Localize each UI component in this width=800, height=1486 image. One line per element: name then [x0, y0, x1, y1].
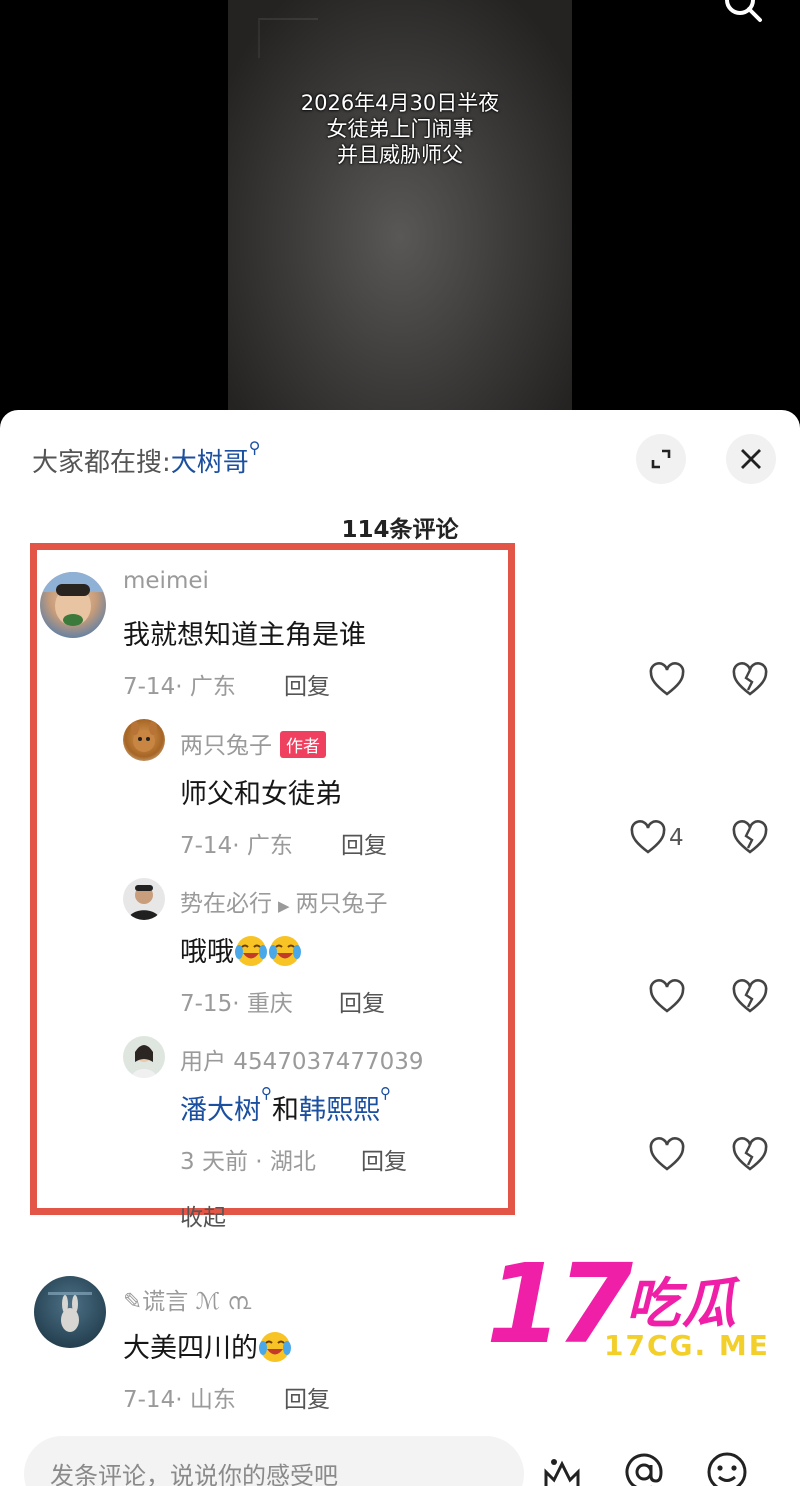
- avatar-photo: [131, 1045, 157, 1078]
- search-link[interactable]: 潘大树⚲: [180, 1084, 272, 1126]
- search-icon[interactable]: [718, 0, 766, 26]
- watermark-name: 吃瓜: [626, 1272, 738, 1335]
- caption-line: 2026年4月30日半夜: [300, 91, 500, 115]
- search-small-icon: ⚲: [248, 438, 261, 457]
- crying-laugh-emoji-icon: [269, 935, 301, 966]
- reply-text-content: 哦哦: [180, 937, 234, 968]
- reply-text: 师父和女徒弟: [180, 779, 342, 810]
- reply-button[interactable]: 回复: [284, 667, 330, 701]
- reply-text: 潘大树⚲和韩熙熙⚲: [180, 1084, 391, 1127]
- at-icon[interactable]: [622, 1450, 666, 1486]
- search-suggestion-prefix: 大家都在搜:: [32, 448, 171, 478]
- broken-heart-icon[interactable]: [730, 1135, 770, 1175]
- reply-button[interactable]: 回复: [339, 984, 385, 1018]
- reply-to-username[interactable]: 两只兔子: [296, 891, 388, 917]
- comment-input-placeholder: 发条评论，说说你的感受吧: [50, 1462, 338, 1486]
- caption-line: 并且威胁师父: [337, 143, 463, 167]
- close-icon: [741, 449, 761, 469]
- comment-date-location: 7-14· 山东: [123, 1387, 236, 1413]
- avatar-photo: [131, 721, 157, 752]
- video-background-rail: [258, 18, 318, 58]
- search-suggestion-term[interactable]: 大树哥: [171, 448, 249, 478]
- avatar[interactable]: [123, 1036, 165, 1078]
- like-count: 4: [669, 825, 684, 851]
- avatar[interactable]: [123, 719, 165, 761]
- caption-line: 女徒弟上门闹事: [326, 117, 474, 141]
- reply-text: 哦哦: [180, 930, 302, 971]
- watermark-url: 17CG. ME: [604, 1329, 770, 1362]
- author-badge: 作者: [280, 731, 326, 758]
- crying-laugh-emoji-icon: [235, 935, 267, 966]
- reply-button[interactable]: 回复: [284, 1380, 330, 1414]
- comment-text: 大美四川的: [123, 1326, 292, 1367]
- avatar-photo: [128, 885, 160, 920]
- watermark-logo: 17 吃瓜 17CG. ME: [486, 1249, 786, 1375]
- reply-username[interactable]: 两只兔子 作者: [180, 726, 326, 760]
- avatar[interactable]: [40, 572, 106, 638]
- reply-date-location: 7-14· 广东: [180, 833, 293, 859]
- heart-icon[interactable]: [647, 660, 687, 700]
- comment-username[interactable]: ✎谎言 ℳ ൩: [123, 1282, 251, 1316]
- avatar[interactable]: [34, 1276, 106, 1348]
- comment-count: 114条评论: [341, 517, 459, 543]
- reply-date-location: 7-15· 重庆: [180, 991, 293, 1017]
- search-small-icon: ⚲: [380, 1084, 391, 1102]
- reply-date-location: 3 天前 · 湖北: [180, 1149, 316, 1175]
- heart-icon[interactable]: [647, 977, 687, 1017]
- reply-button[interactable]: 回复: [341, 826, 387, 860]
- search-small-icon: ⚲: [261, 1084, 272, 1102]
- reply-text-content: 和: [272, 1095, 299, 1126]
- video-caption: 2026年4月30日半夜 女徒弟上门闹事 并且威胁师父: [228, 90, 572, 168]
- heart-icon[interactable]: [628, 818, 668, 858]
- image-icon[interactable]: [540, 1450, 584, 1486]
- reply-username-text[interactable]: 两只兔子: [180, 733, 272, 759]
- expand-button[interactable]: [636, 434, 686, 484]
- comment-username[interactable]: meimei: [123, 568, 209, 594]
- heart-icon[interactable]: [647, 1135, 687, 1175]
- emoji-icon[interactable]: [705, 1450, 749, 1486]
- reply-arrow-icon: ▶: [278, 897, 290, 915]
- avatar[interactable]: [123, 878, 165, 920]
- reply-button[interactable]: 回复: [361, 1142, 407, 1176]
- comment-text-content: 大美四川的: [123, 1333, 258, 1364]
- video-frame: [228, 0, 572, 430]
- reply-username[interactable]: 势在必行 ▶ 两只兔子: [180, 884, 388, 918]
- search-suggestion[interactable]: 大家都在搜:大树哥⚲: [32, 438, 261, 479]
- close-button[interactable]: [726, 434, 776, 484]
- search-link[interactable]: 韩熙熙⚲: [299, 1084, 391, 1126]
- reply-username-text[interactable]: 势在必行: [180, 891, 272, 917]
- comment-text: 我就想知道主角是谁: [123, 620, 366, 651]
- search-link-text[interactable]: 韩熙熙: [299, 1095, 380, 1126]
- expand-icon: [651, 449, 671, 469]
- broken-heart-icon[interactable]: [730, 977, 770, 1017]
- reply-username[interactable]: 用户 4547037477039: [180, 1042, 424, 1076]
- video-player[interactable]: 2026年4月30日半夜 女徒弟上门闹事 并且威胁师父: [0, 0, 800, 430]
- comment-sheet: 大家都在搜:大树哥⚲ 114条评论 meimei 我就想知道主角是谁 7-14·…: [0, 410, 800, 1486]
- comment-input[interactable]: 发条评论，说说你的感受吧: [24, 1436, 524, 1486]
- crying-laugh-emoji-icon: [259, 1331, 291, 1362]
- broken-heart-icon[interactable]: [730, 660, 770, 700]
- avatar-photo: [48, 1292, 92, 1332]
- search-link-text[interactable]: 潘大树: [180, 1095, 261, 1126]
- collapse-replies-button[interactable]: 收起: [180, 1198, 226, 1232]
- avatar-photo: [40, 572, 106, 626]
- comment-date-location: 7-14· 广东: [123, 674, 236, 700]
- broken-heart-icon[interactable]: [730, 818, 770, 858]
